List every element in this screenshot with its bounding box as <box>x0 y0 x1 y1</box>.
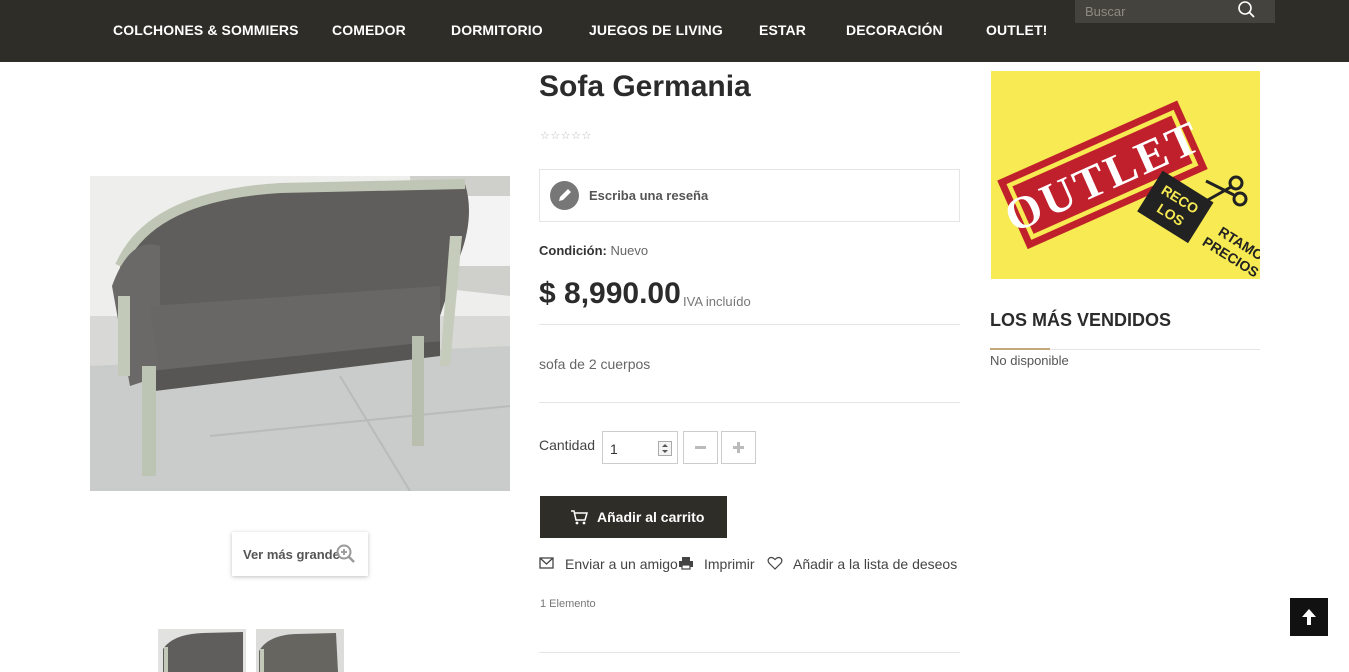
condition-label: Condición: <box>539 243 607 258</box>
best-sellers-title: LOS MÁS VENDIDOS <box>990 310 1172 330</box>
add-to-wishlist-link[interactable]: Añadir a la lista de deseos <box>793 556 957 572</box>
product-description: sofa de 2 cuerpos <box>539 356 651 372</box>
divider <box>539 402 960 403</box>
outlet-stamp-graphic: OUTLET RECO LOS RTAMOS PRECIOS <box>991 71 1260 279</box>
outlet-banner[interactable]: OUTLET RECO LOS RTAMOS PRECIOS <box>991 71 1260 279</box>
nav-item-outlet[interactable]: OUTLET! <box>986 22 1047 38</box>
search-icon[interactable] <box>1237 0 1257 20</box>
zoom-in-icon <box>336 544 355 563</box>
plus-icon <box>733 442 744 453</box>
product-title: Sofa Germania <box>539 70 751 103</box>
sofa-photo <box>90 176 510 491</box>
heart-icon <box>767 556 783 570</box>
write-review-button[interactable]: Escriba una reseña <box>539 169 960 222</box>
items-count: 1 Elemento <box>540 598 596 610</box>
quantity-value: 1 <box>610 441 618 457</box>
best-sellers-accent <box>990 348 1050 350</box>
add-to-cart-label: Añadir al carrito <box>597 509 705 525</box>
nav-item-dormitorio[interactable]: DORMITORIO <box>451 22 543 38</box>
zoom-label: Ver más grande <box>243 547 340 562</box>
rating-stars: ☆☆☆☆☆ <box>540 130 592 142</box>
arrow-up-icon <box>1302 609 1316 625</box>
best-sellers-empty: No disponible <box>990 353 1069 368</box>
add-to-cart-button[interactable]: Añadir al carrito <box>540 496 727 538</box>
thumbnail-image <box>256 629 344 672</box>
scroll-to-top-button[interactable] <box>1290 598 1328 636</box>
nav-item-comedor[interactable]: COMEDOR <box>332 22 406 38</box>
thumbnail-1[interactable] <box>158 629 246 672</box>
envelope-icon <box>539 557 554 569</box>
condition-value: Nuevo <box>610 243 649 258</box>
cart-icon <box>571 510 588 525</box>
send-to-friend-link[interactable]: Enviar a un amigo <box>565 556 678 572</box>
quantity-decrease-button[interactable] <box>683 431 718 464</box>
nav-item-decoracion[interactable]: DECORACIÓN <box>846 22 943 38</box>
write-review-label: Escriba una reseña <box>589 188 709 203</box>
nav-item-colchones[interactable]: COLCHONES & SOMMIERS <box>113 22 299 38</box>
pencil-icon <box>550 181 579 210</box>
thumbnail-2[interactable] <box>256 629 344 672</box>
divider <box>539 324 960 325</box>
product-main-image[interactable] <box>90 176 510 491</box>
zoom-button[interactable]: Ver más grande <box>232 532 368 576</box>
search-box <box>1075 0 1275 23</box>
tax-note: IVA incluído <box>683 294 751 309</box>
divider <box>539 652 960 653</box>
thumbnail-image <box>158 629 246 672</box>
print-link[interactable]: Imprimir <box>704 556 755 572</box>
nav-item-estar[interactable]: ESTAR <box>759 22 806 38</box>
quantity-increase-button[interactable] <box>721 431 756 464</box>
quantity-spinner[interactable] <box>658 441 672 456</box>
condition-row: Condición: Nuevo <box>539 243 648 258</box>
search-input[interactable] <box>1085 2 1235 20</box>
minus-icon <box>695 446 706 449</box>
top-navbar: COLCHONES & SOMMIERS COMEDOR DORMITORIO … <box>0 0 1349 62</box>
printer-icon <box>679 557 693 570</box>
product-price: $ 8,990.00 <box>539 277 681 310</box>
quantity-label: Cantidad <box>539 437 596 453</box>
nav-item-juegos-living[interactable]: JUEGOS DE LIVING <box>589 22 723 38</box>
quantity-input[interactable]: 1 <box>602 431 678 464</box>
